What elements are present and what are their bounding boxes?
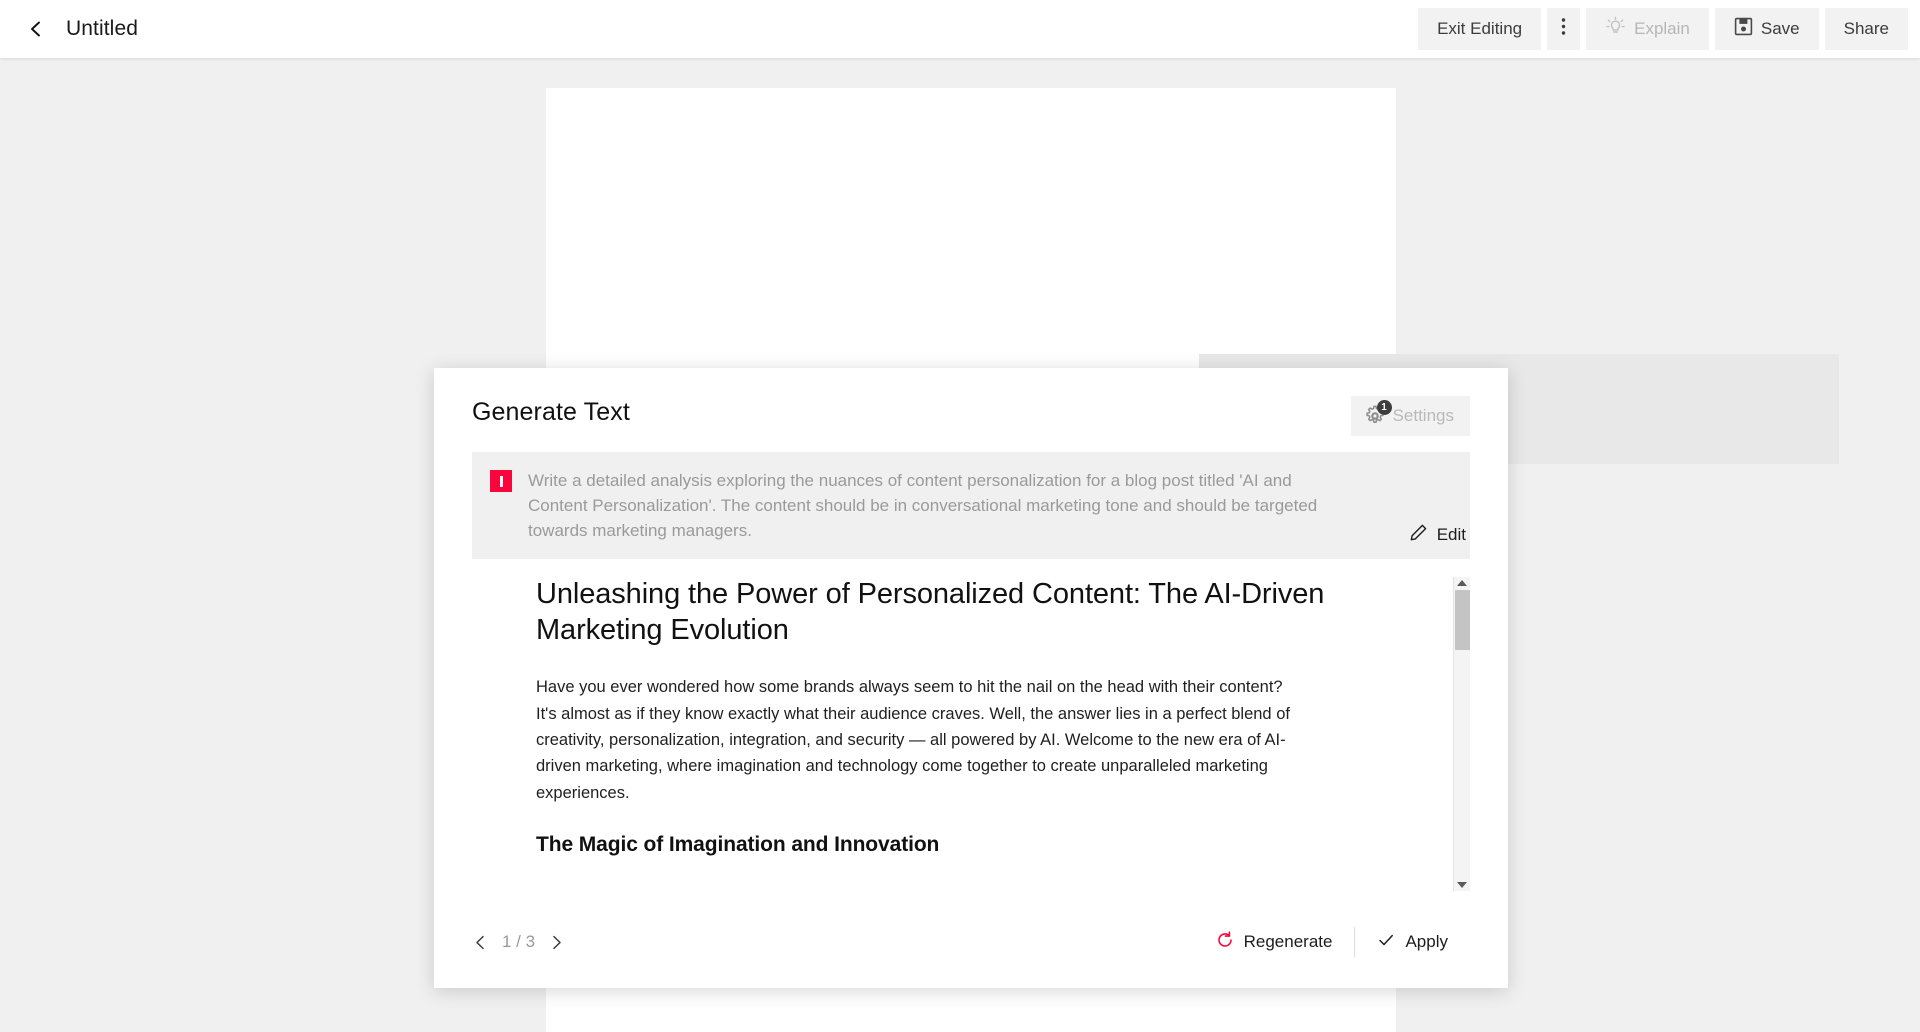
explain-label: Explain xyxy=(1634,19,1690,38)
regenerate-button[interactable]: Regenerate xyxy=(1194,925,1355,959)
edit-prompt-button[interactable]: Edit xyxy=(1409,523,1466,547)
apply-label: Apply xyxy=(1405,932,1448,951)
variant-pager: 1 / 3 xyxy=(472,932,565,952)
edit-label: Edit xyxy=(1436,525,1466,545)
text-cursor-icon xyxy=(490,470,512,492)
dialog-footer: 1 / 3 Regenerate Apply xyxy=(472,896,1470,988)
prompt-text: Write a detailed analysis exploring the … xyxy=(528,471,1318,541)
settings-button[interactable]: 1 Settings xyxy=(1350,396,1470,436)
save-button[interactable]: Save xyxy=(1714,8,1819,50)
content-heading: Unleashing the Power of Personalized Con… xyxy=(536,578,1325,646)
pager-label: 1 / 3 xyxy=(502,932,536,951)
generated-content-area: Unleashing the Power of Personalized Con… xyxy=(472,577,1470,892)
save-label: Save xyxy=(1760,19,1800,38)
regenerate-label: Regenerate xyxy=(1243,932,1333,951)
settings-label: Settings xyxy=(1392,406,1454,425)
generated-content[interactable]: Unleashing the Power of Personalized Con… xyxy=(472,577,1453,891)
gear-icon: 1 xyxy=(1364,400,1392,427)
content-scrollbar[interactable] xyxy=(1453,577,1470,892)
back-button[interactable] xyxy=(14,7,58,51)
floppy-disk-icon xyxy=(1734,17,1753,41)
apply-button[interactable]: Apply xyxy=(1355,925,1470,959)
more-options-button[interactable] xyxy=(1547,8,1581,50)
header-actions: Exit Editing Explain Save Share xyxy=(1418,8,1908,50)
pencil-icon xyxy=(1409,523,1428,547)
dialog-title: Generate Text xyxy=(472,398,630,426)
content-subheading: The Magic of Imagination and Innovation xyxy=(536,833,940,857)
generate-text-dialog: Generate Text 1 Settings Write a detaile… xyxy=(434,368,1508,988)
settings-badge-count: 1 xyxy=(1376,400,1392,415)
content-paragraph: Have you ever wondered how some brands a… xyxy=(536,678,1290,802)
exit-editing-button[interactable]: Exit Editing xyxy=(1418,8,1542,50)
app-header: Untitled Exit Editing Explain Save Share xyxy=(0,0,1920,58)
scroll-down-arrow-icon[interactable] xyxy=(1457,882,1467,889)
check-icon xyxy=(1377,931,1395,954)
prev-variant-button[interactable] xyxy=(472,934,489,951)
next-variant-button[interactable] xyxy=(548,934,565,951)
lightbulb-icon xyxy=(1605,16,1626,42)
refresh-icon xyxy=(1216,930,1234,954)
scrollbar-thumb[interactable] xyxy=(1455,590,1470,651)
prompt-panel: Write a detailed analysis exploring the … xyxy=(472,452,1470,560)
dialog-actions: Regenerate Apply xyxy=(1194,925,1470,959)
scrollbar-track[interactable] xyxy=(1454,586,1470,882)
share-button[interactable]: Share xyxy=(1824,8,1908,50)
dialog-header: Generate Text 1 Settings xyxy=(472,396,1470,442)
chevron-left-icon xyxy=(26,19,46,39)
explain-button[interactable]: Explain xyxy=(1586,8,1709,50)
page-title: Untitled xyxy=(66,17,139,40)
more-vertical-icon xyxy=(1561,17,1566,41)
